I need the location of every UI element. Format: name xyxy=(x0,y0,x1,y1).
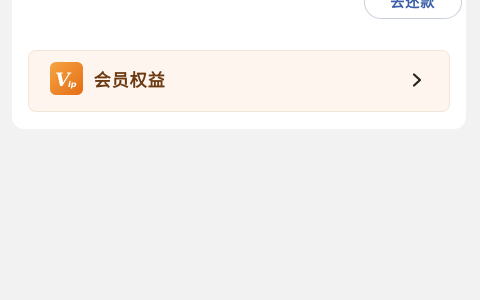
vip-badge-icon: V ip xyxy=(50,62,83,95)
vip-benefits-entry[interactable]: V ip 会员权益 xyxy=(28,50,450,112)
repay-button[interactable]: 去还款 xyxy=(364,0,462,19)
vip-badge-glyph: V ip xyxy=(55,69,77,91)
svg-text:ip: ip xyxy=(68,80,77,89)
chevron-right-icon xyxy=(412,73,422,87)
vip-benefits-label: 会员权益 xyxy=(94,71,166,91)
